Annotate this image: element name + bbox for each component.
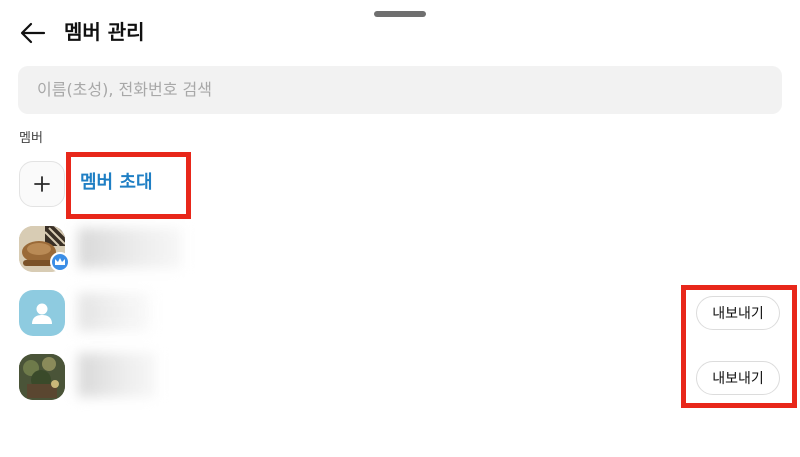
member-name-blurred bbox=[78, 293, 150, 331]
default-person-icon bbox=[32, 303, 52, 324]
search-placeholder: 이름(초성), 전화번호 검색 bbox=[37, 80, 212, 99]
arrow-left-icon bbox=[20, 22, 46, 44]
export-member-button[interactable]: 내보내기 bbox=[696, 361, 780, 395]
owner-badge bbox=[50, 252, 70, 272]
page-title: 멤버 관리 bbox=[64, 20, 145, 44]
export-member-button[interactable]: 내보내기 bbox=[696, 296, 780, 330]
invite-member-button[interactable] bbox=[19, 161, 65, 207]
member-name-blurred bbox=[78, 353, 156, 397]
section-label-members: 멤버 bbox=[19, 131, 43, 146]
invite-member-label[interactable]: 멤버 초대 bbox=[80, 170, 153, 196]
plus-icon bbox=[34, 176, 50, 192]
crown-icon bbox=[55, 258, 65, 265]
member-name-blurred bbox=[78, 228, 182, 268]
profile-photo bbox=[19, 354, 65, 400]
search-input[interactable]: 이름(초성), 전화번호 검색 bbox=[18, 66, 782, 114]
avatar[interactable] bbox=[19, 290, 65, 336]
back-button[interactable] bbox=[18, 20, 48, 46]
avatar[interactable] bbox=[19, 354, 65, 400]
sheet-grabber[interactable] bbox=[374, 11, 426, 17]
